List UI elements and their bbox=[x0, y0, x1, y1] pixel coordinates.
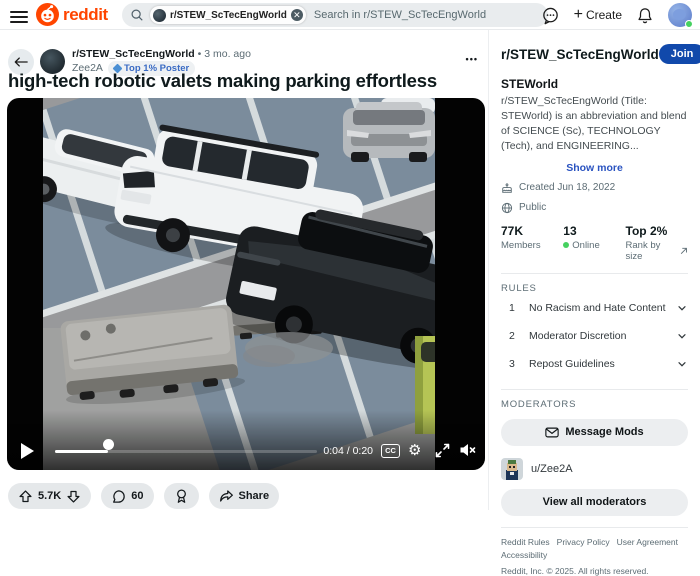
meta-separator: • bbox=[198, 48, 202, 60]
moderators-heading: MODERATORS bbox=[501, 399, 688, 410]
create-label: Create bbox=[586, 8, 622, 22]
sidebar-footer-links: Reddit Rules Privacy Policy User Agreeme… bbox=[501, 537, 688, 560]
moderator-row[interactable]: u/Zee2A bbox=[501, 458, 688, 480]
captions-button[interactable]: CC bbox=[381, 444, 400, 458]
video-controls: 0:04 / 0:20 CC ⚙ bbox=[7, 432, 485, 470]
view-all-moderators-button[interactable]: View all moderators bbox=[501, 489, 688, 516]
moderator-name: u/Zee2A bbox=[531, 463, 573, 475]
share-label: Share bbox=[239, 490, 270, 502]
back-arrow-icon bbox=[14, 56, 28, 68]
community-description: r/STEW_ScTecEngWorld (Title: STEWorld) i… bbox=[501, 94, 688, 154]
volume-muted-icon[interactable] bbox=[459, 442, 476, 458]
community-title: STEWorld bbox=[501, 77, 688, 91]
post-action-bar: 5.7K 60 Share bbox=[8, 483, 279, 509]
rules-heading: RULES bbox=[501, 283, 688, 294]
post-time: 3 mo. ago bbox=[204, 48, 251, 60]
search-community-chip[interactable]: r/STEW_ScTecEngWorld ✕ bbox=[150, 6, 306, 24]
cake-icon bbox=[501, 182, 513, 194]
share-icon bbox=[219, 489, 234, 503]
award-icon bbox=[174, 488, 189, 504]
seek-bar[interactable] bbox=[55, 450, 317, 453]
settings-gear-icon[interactable]: ⚙ bbox=[408, 441, 421, 459]
post-title: high-tech robotic valets making parking … bbox=[8, 70, 478, 92]
search-icon bbox=[130, 8, 144, 22]
rule-item-3[interactable]: 3 Repost Guidelines bbox=[501, 350, 688, 378]
snoo-icon bbox=[36, 3, 59, 26]
vote-count: 5.7K bbox=[38, 490, 61, 502]
external-link-icon[interactable] bbox=[680, 247, 688, 255]
time-display: 0:04 / 0:20 bbox=[323, 445, 373, 457]
menu-icon[interactable] bbox=[10, 8, 28, 22]
show-more-link[interactable]: Show more bbox=[501, 162, 688, 174]
online-label: Online bbox=[572, 240, 599, 251]
message-mods-button[interactable]: Message Mods bbox=[501, 419, 688, 446]
chip-label: r/STEW_ScTecEngWorld bbox=[170, 10, 287, 21]
footer-link-reddit-rules[interactable]: Reddit Rules bbox=[501, 537, 550, 547]
user-avatar[interactable] bbox=[668, 3, 692, 27]
community-stats: 77K Members 13 Online Top 2% Rank by siz… bbox=[501, 224, 688, 262]
community-sidebar: r/STEW_ScTecEngWorld Join STEWorld r/STE… bbox=[488, 30, 700, 510]
notifications-bell-icon[interactable] bbox=[636, 6, 654, 25]
downvote-icon[interactable] bbox=[66, 489, 81, 504]
play-button[interactable] bbox=[21, 443, 34, 459]
search-placeholder: Search in r/STEW_ScTecEngWorld bbox=[314, 9, 486, 21]
chevron-down-icon[interactable] bbox=[676, 302, 688, 314]
join-button[interactable]: Join bbox=[659, 44, 700, 64]
rank-value: Top 2% bbox=[626, 224, 688, 238]
award-button[interactable] bbox=[164, 483, 199, 509]
silver-car bbox=[343, 102, 435, 162]
comment-icon bbox=[111, 489, 126, 504]
top-nav: reddit r/STEW_ScTecEngWorld ✕ Search in … bbox=[0, 0, 700, 30]
copyright-text: Reddit, Inc. © 2025. All rights reserved… bbox=[501, 566, 688, 576]
moderator-avatar bbox=[501, 458, 523, 480]
upvote-icon[interactable] bbox=[18, 489, 33, 504]
seek-handle[interactable] bbox=[103, 439, 114, 450]
footer-link-privacy-policy[interactable]: Privacy Policy bbox=[557, 537, 610, 547]
create-button[interactable]: + Create bbox=[574, 6, 622, 24]
reddit-wordmark: reddit bbox=[63, 5, 108, 25]
plus-icon: + bbox=[574, 6, 583, 24]
rank-label: Rank by size bbox=[626, 240, 678, 262]
visibility-label: Public bbox=[519, 202, 546, 213]
footer-link-accessibility[interactable]: Accessibility bbox=[501, 550, 547, 560]
post-overflow-menu[interactable]: ••• bbox=[466, 54, 478, 64]
video-player[interactable]: 0:04 / 0:20 CC ⚙ bbox=[7, 98, 485, 470]
members-label: Members bbox=[501, 240, 563, 251]
online-count: 13 bbox=[563, 224, 625, 238]
online-dot bbox=[563, 242, 569, 248]
footer-link-user-agreement[interactable]: User Agreement bbox=[617, 537, 678, 547]
chevron-down-icon[interactable] bbox=[676, 358, 688, 370]
post-subreddit-link[interactable]: r/STEW_ScTecEngWorld bbox=[72, 48, 195, 60]
globe-icon bbox=[501, 202, 513, 214]
comments-button[interactable]: 60 bbox=[101, 483, 153, 509]
rule-item-1[interactable]: 1 No Racism and Hate Content bbox=[501, 294, 688, 322]
created-date: Created Jun 18, 2022 bbox=[519, 182, 615, 193]
community-avatar bbox=[153, 9, 166, 22]
rule-item-2[interactable]: 2 Moderator Discretion bbox=[501, 322, 688, 350]
chat-icon[interactable] bbox=[541, 6, 560, 25]
sidebar-community-name[interactable]: r/STEW_ScTecEngWorld bbox=[501, 47, 659, 62]
comment-count: 60 bbox=[131, 490, 143, 502]
online-status-dot bbox=[685, 20, 693, 28]
reddit-logo[interactable]: reddit bbox=[36, 3, 108, 26]
chevron-down-icon[interactable] bbox=[676, 330, 688, 342]
share-button[interactable]: Share bbox=[209, 483, 280, 509]
members-count: 77K bbox=[501, 224, 563, 238]
vote-pill: 5.7K bbox=[8, 483, 91, 509]
search-input[interactable]: r/STEW_ScTecEngWorld ✕ Search in r/STEW_… bbox=[122, 3, 548, 27]
fullscreen-icon[interactable] bbox=[435, 443, 450, 458]
chip-close-icon[interactable]: ✕ bbox=[291, 9, 303, 21]
envelope-icon bbox=[545, 427, 559, 438]
